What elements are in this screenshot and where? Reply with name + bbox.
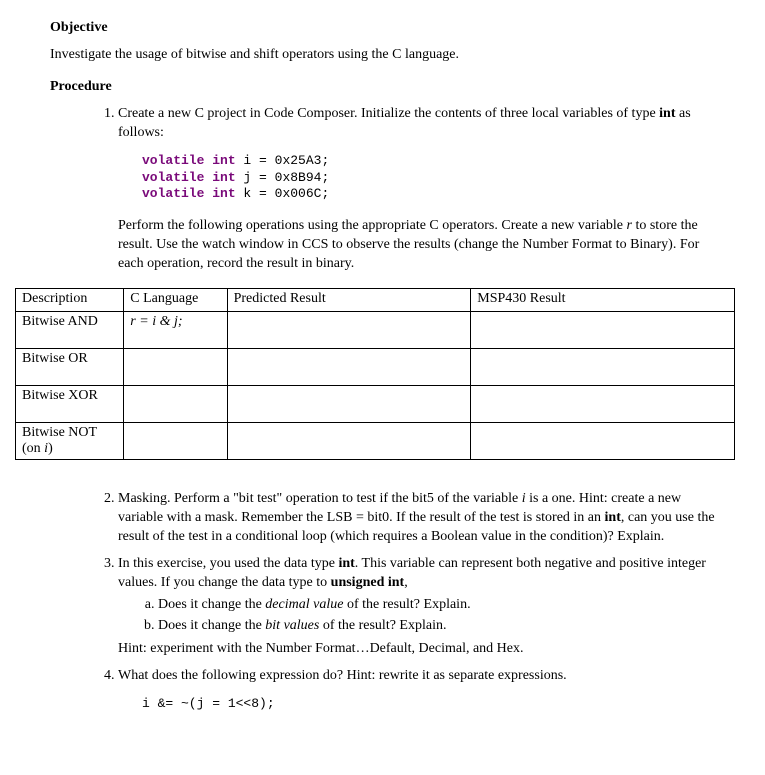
cell-lang: r = i & j; bbox=[124, 312, 227, 349]
code-block-1: volatile int i = 0x25A3; volatile int j … bbox=[142, 153, 715, 204]
text: ) bbox=[48, 441, 53, 456]
code-keyword: volatile int bbox=[142, 170, 236, 185]
text: Perform the following operations using t… bbox=[118, 218, 627, 233]
code-text: 0x25A3 bbox=[275, 153, 322, 168]
hdr-description: Description bbox=[16, 289, 124, 312]
step-4: What does the following expression do? H… bbox=[118, 667, 715, 713]
code-block-2: i &= ~(j = 1<<8); bbox=[142, 696, 715, 713]
text: , bbox=[404, 575, 408, 590]
table-row: Bitwise AND r = i & j; bbox=[16, 312, 735, 349]
cell-desc: Bitwise OR bbox=[16, 349, 124, 386]
code-text: j = bbox=[236, 170, 275, 185]
objective-paragraph: Investigate the usage of bitwise and shi… bbox=[50, 46, 715, 65]
hdr-msp430: MSP430 Result bbox=[471, 289, 735, 312]
step3a: Does it change the decimal value of the … bbox=[158, 596, 715, 615]
cell-msp bbox=[471, 349, 735, 386]
step-1: Create a new C project in Code Composer.… bbox=[118, 105, 715, 274]
document-page: Objective Investigate the usage of bitwi… bbox=[0, 0, 765, 747]
code-text: ; bbox=[321, 170, 329, 185]
code-keyword: volatile int bbox=[142, 186, 236, 201]
hdr-predicted: Predicted Result bbox=[227, 289, 471, 312]
code-keyword: volatile int bbox=[142, 153, 236, 168]
step1-intro-bold: int bbox=[659, 106, 675, 121]
heading-objective: Objective bbox=[50, 20, 715, 36]
text: In this exercise, you used the data type bbox=[118, 556, 338, 571]
cell-msp bbox=[471, 423, 735, 460]
operations-table: Description C Language Predicted Result … bbox=[15, 288, 735, 460]
text: bit values bbox=[265, 618, 319, 633]
hdr-c-language: C Language bbox=[124, 289, 227, 312]
cell-pred bbox=[227, 312, 471, 349]
cell-desc: Bitwise AND bbox=[16, 312, 124, 349]
procedure-list: Create a new C project in Code Composer.… bbox=[50, 105, 715, 274]
table-row: Bitwise XOR bbox=[16, 386, 735, 423]
table-header-row: Description C Language Predicted Result … bbox=[16, 289, 735, 312]
text: of the result? Explain. bbox=[319, 618, 446, 633]
text: unsigned int bbox=[331, 575, 405, 590]
cell-desc: Bitwise NOT (on i) bbox=[16, 423, 124, 460]
text: & j; bbox=[160, 314, 183, 329]
table-row: Bitwise OR bbox=[16, 349, 735, 386]
text: int bbox=[605, 510, 621, 525]
step3b: Does it change the bit values of the res… bbox=[158, 617, 715, 636]
text: int bbox=[338, 556, 354, 571]
text: Does it change the bbox=[158, 597, 265, 612]
code-text: k = bbox=[236, 186, 275, 201]
text: decimal value bbox=[265, 597, 343, 612]
step1-after: Perform the following operations using t… bbox=[118, 217, 715, 274]
cell-msp bbox=[471, 386, 735, 423]
table-row: Bitwise NOT (on i) bbox=[16, 423, 735, 460]
code-text: ; bbox=[321, 186, 329, 201]
cell-pred bbox=[227, 386, 471, 423]
code-text: 0x8B94 bbox=[275, 170, 322, 185]
text: r = i bbox=[130, 314, 159, 329]
step3-hint: Hint: experiment with the Number Format…… bbox=[118, 640, 715, 659]
cell-msp bbox=[471, 312, 735, 349]
cell-lang bbox=[124, 349, 227, 386]
procedure-list-cont: Masking. Perform a "bit test" operation … bbox=[50, 490, 715, 713]
step3-sublist: Does it change the decimal value of the … bbox=[118, 596, 715, 636]
code-text: 0x006C bbox=[275, 186, 322, 201]
step-3: In this exercise, you used the data type… bbox=[118, 555, 715, 659]
text: of the result? Explain. bbox=[343, 597, 470, 612]
cell-desc: Bitwise XOR bbox=[16, 386, 124, 423]
heading-procedure: Procedure bbox=[50, 79, 715, 95]
text: Bitwise NOT (on bbox=[22, 425, 97, 456]
code-text: ; bbox=[321, 153, 329, 168]
cell-pred bbox=[227, 349, 471, 386]
step-2: Masking. Perform a "bit test" operation … bbox=[118, 490, 715, 547]
cell-lang bbox=[124, 423, 227, 460]
cell-pred bbox=[227, 423, 471, 460]
text: Masking. Perform a "bit test" operation … bbox=[118, 491, 522, 506]
code-text: i = bbox=[236, 153, 275, 168]
cell-lang bbox=[124, 386, 227, 423]
text: What does the following expression do? H… bbox=[118, 668, 567, 683]
text: Does it change the bbox=[158, 618, 265, 633]
step1-intro-a: Create a new C project in Code Composer.… bbox=[118, 106, 659, 121]
